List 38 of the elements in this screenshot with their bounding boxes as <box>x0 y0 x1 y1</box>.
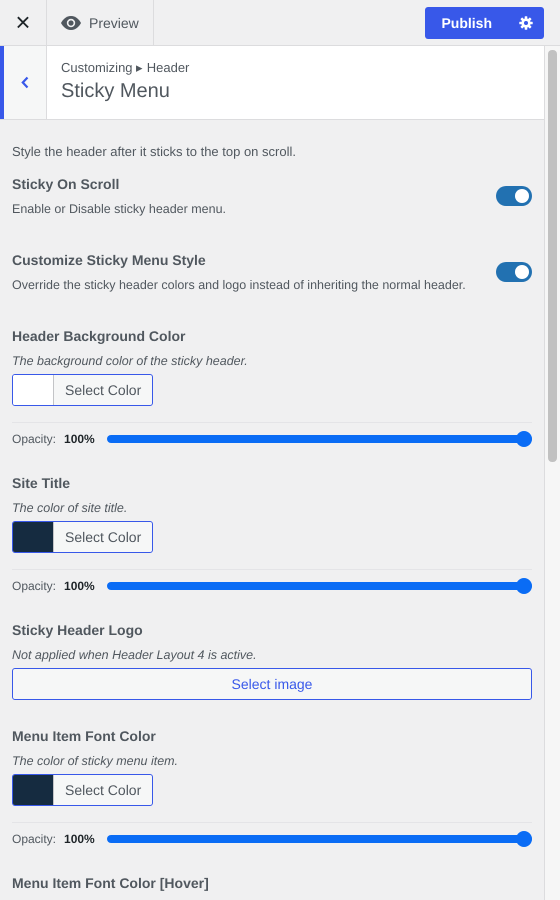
setting-description: The color of site title. <box>12 501 128 515</box>
setting-title: Sticky On Scroll <box>12 176 120 192</box>
slider-thumb[interactable] <box>516 431 532 447</box>
opacity-value: 100% <box>64 832 95 846</box>
panel-title: Sticky Menu <box>61 80 171 103</box>
setting-title: Sticky Header Logo <box>12 622 144 638</box>
intro-text: Style the header after it sticks to the top on scroll. <box>12 144 297 159</box>
slider-thumb[interactable] <box>516 578 532 594</box>
setting-description: Override the sticky header colors and logo instead of inheriting the normal header. <box>12 278 466 292</box>
setting-description: The color of sticky menu item. <box>12 754 180 768</box>
setting-description: The background color of the sticky header. <box>12 354 249 368</box>
setting-title: Header Background Color <box>12 328 186 344</box>
chevron-left-icon <box>21 76 29 89</box>
toggle-switch[interactable] <box>496 262 532 282</box>
slider-thumb[interactable] <box>516 831 532 847</box>
setting-title: Menu Item Font Color [Hover] <box>12 875 210 891</box>
eye-icon <box>61 16 81 30</box>
back-button[interactable] <box>0 46 47 119</box>
select-image-button[interactable]: Select image <box>12 668 532 700</box>
settings-icon <box>519 16 533 30</box>
setting-title: Menu Item Font Color <box>12 728 157 744</box>
select-color-button[interactable]: Select Color <box>12 774 154 806</box>
breadcrumb: Customizing ▸ Header <box>61 60 190 75</box>
select-color-button[interactable]: Select Color <box>12 521 154 553</box>
opacity-label: Opacity: <box>12 832 56 846</box>
opacity-label: Opacity: <box>12 579 56 593</box>
select-color-button[interactable]: Select Color <box>12 374 154 406</box>
scrollbar-thumb[interactable] <box>548 50 557 462</box>
setting-description: Enable or Disable sticky header menu. <box>12 202 226 216</box>
opacity-value: 100% <box>64 432 95 446</box>
toggle-switch[interactable] <box>496 186 532 206</box>
preview-button[interactable]: Preview <box>47 0 154 45</box>
close-button[interactable]: × <box>0 0 47 45</box>
setting-title: Site Title <box>12 475 72 491</box>
setting-title: Customize Sticky Menu Style <box>12 252 207 268</box>
opacity-label: Opacity: <box>12 432 56 446</box>
setting-description: Not applied when Header Layout 4 is active. <box>12 648 258 662</box>
opacity-value: 100% <box>64 579 95 593</box>
